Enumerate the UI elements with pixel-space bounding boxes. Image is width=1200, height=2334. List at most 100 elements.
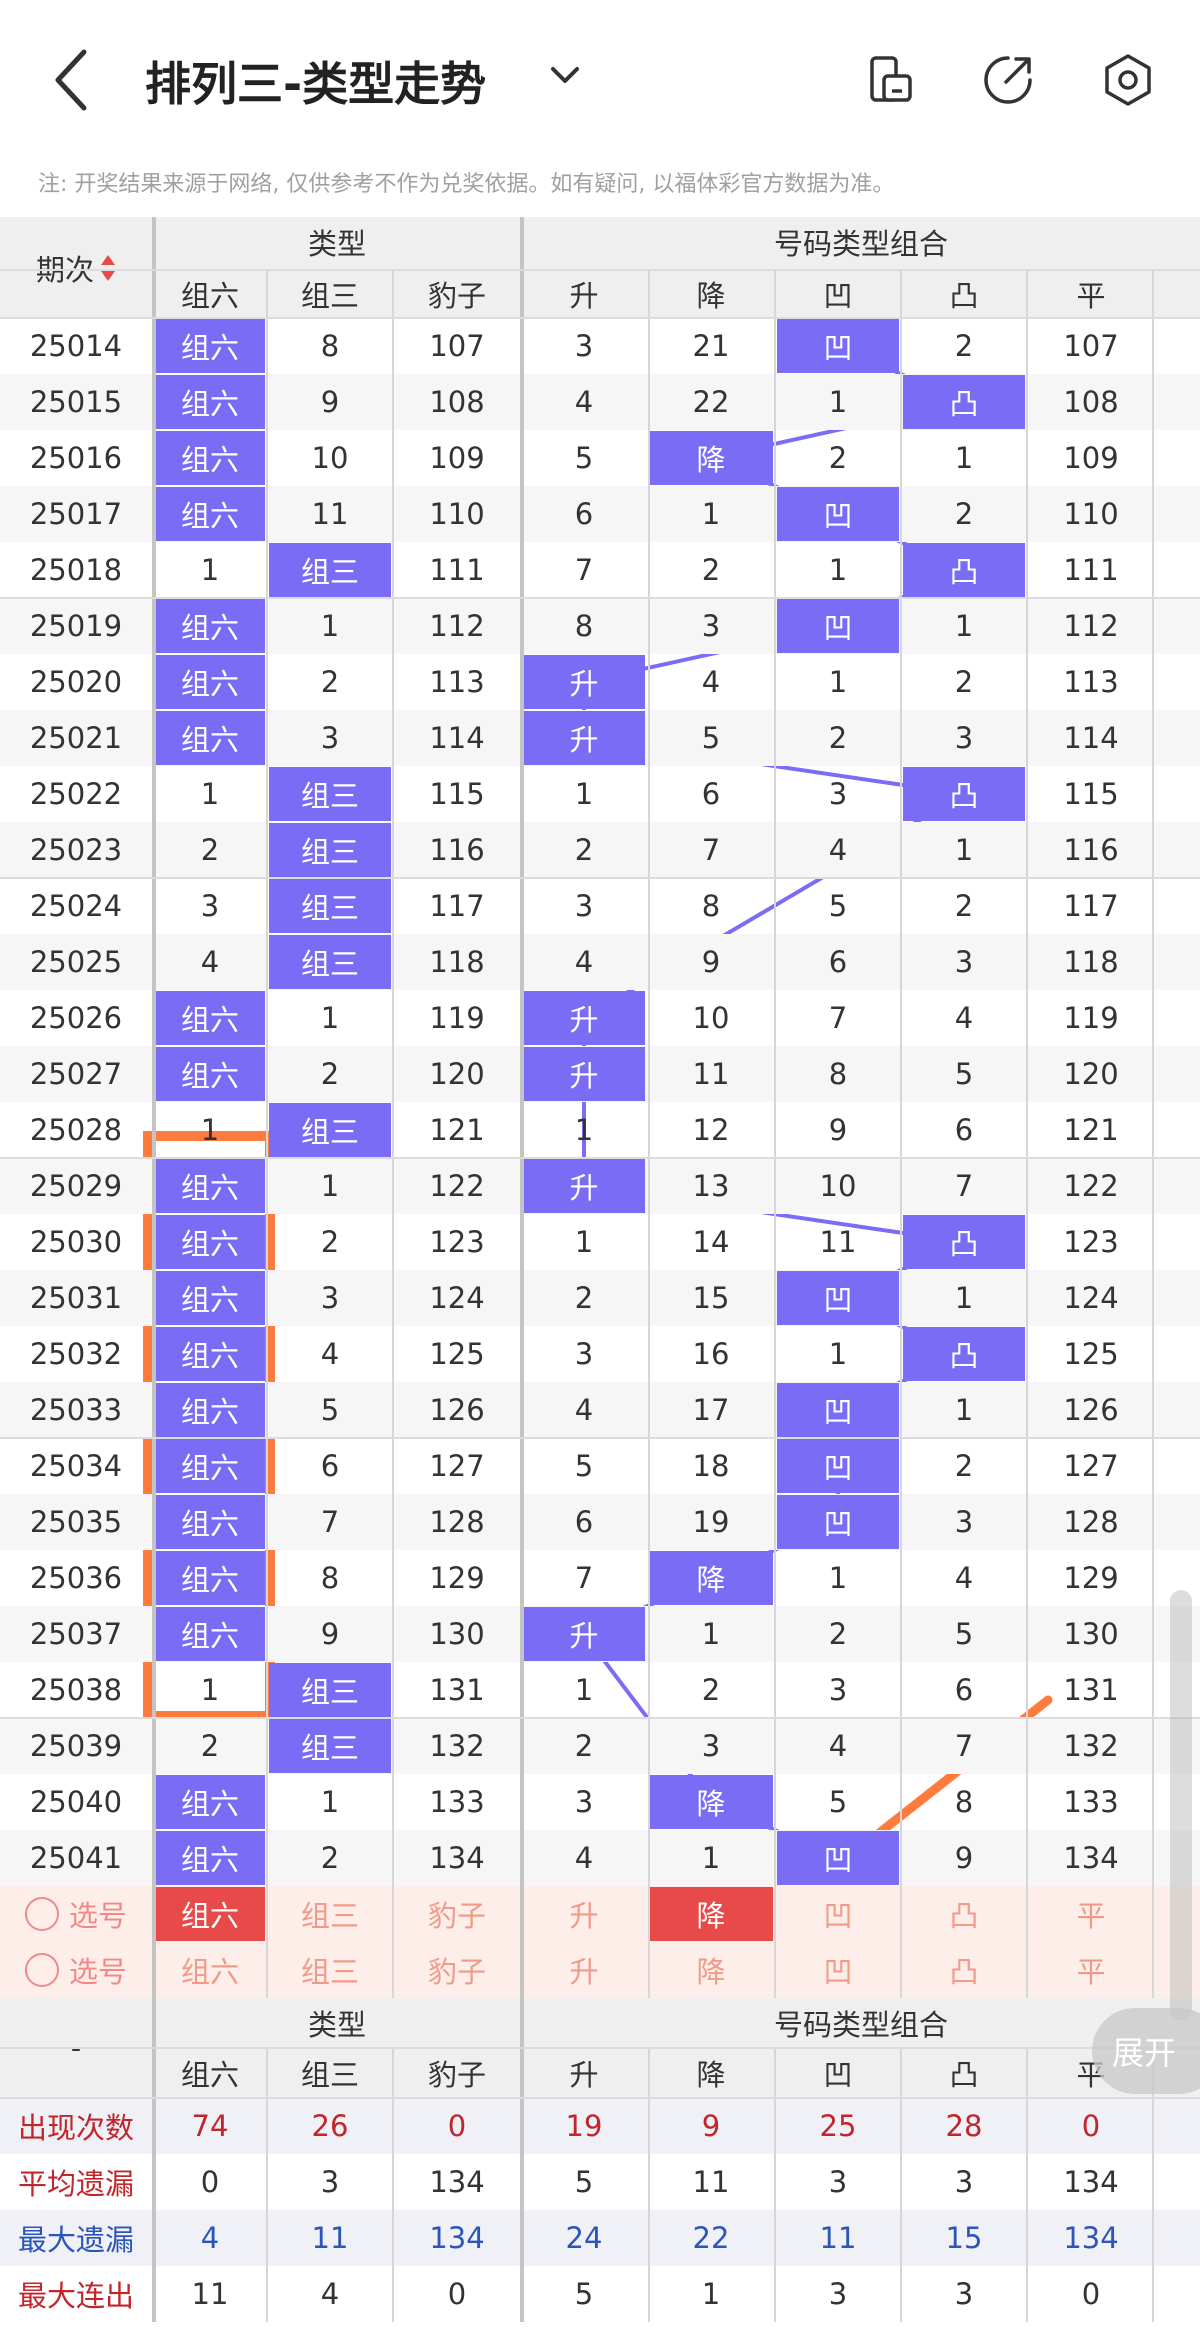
stats-value: 26	[311, 2109, 349, 2143]
select-option[interactable]: 组六	[155, 1943, 265, 1997]
data-cell: 2	[574, 1281, 594, 1315]
stats-value: 5	[574, 2165, 594, 2199]
data-cell: 107	[1063, 329, 1119, 363]
share-icon[interactable]	[978, 50, 1038, 110]
data-cell: 1	[320, 1785, 340, 1819]
data-cell: 8	[320, 329, 340, 363]
stats-value: 19	[565, 2109, 603, 2143]
data-cell: 4	[574, 385, 594, 419]
data-cell: 组六	[155, 655, 265, 709]
select-option[interactable]: 凸	[903, 1943, 1025, 1997]
select-option[interactable]: 升	[523, 1943, 645, 1997]
data-cell: 7	[320, 1505, 340, 1539]
page: 排列三-类型走势 注: 开奖结果来源于网络, 仅供参考不作为兑奖依据。如有疑问,…	[0, 0, 1200, 2334]
data-cell: 10	[692, 1001, 730, 1035]
data-cell: 1	[200, 1673, 220, 1707]
data-cell: 133	[1063, 1785, 1119, 1819]
period-cell: 25026	[29, 1001, 123, 1035]
period-cell: 25041	[29, 1841, 123, 1875]
data-cell: 2	[954, 497, 974, 531]
select-option[interactable]: 平	[1029, 1943, 1153, 1997]
data-cell: 4	[954, 1001, 974, 1035]
select-row-label[interactable]: 选号	[0, 1942, 152, 1998]
data-cell: 组三	[269, 1719, 391, 1773]
data-cell: 1	[828, 553, 848, 587]
select-option[interactable]: 豹子	[395, 1887, 519, 1941]
data-cell: 4	[828, 833, 848, 867]
data-cell: 1	[701, 1617, 721, 1651]
vertical-scrollbar[interactable]	[1170, 1590, 1192, 2020]
data-cell: 1	[200, 777, 220, 811]
select-option[interactable]: 升	[523, 1887, 645, 1941]
data-cell: 120	[1063, 1057, 1119, 1091]
sort-icon[interactable]	[100, 253, 116, 283]
data-cell: 2	[701, 553, 721, 587]
expand-button[interactable]: 展开	[1092, 2008, 1200, 2094]
select-option[interactable]: 降	[649, 1887, 773, 1941]
data-cell: 凹	[777, 1439, 899, 1493]
data-cell: 4	[954, 1561, 974, 1595]
stats-group-header-type: 类型	[307, 2008, 366, 2042]
data-cell: 3	[320, 721, 340, 755]
data-cell: 1	[574, 1673, 594, 1707]
data-cell: 6	[574, 1505, 594, 1539]
period-cell: 25040	[29, 1785, 123, 1819]
data-cell: 121	[429, 1113, 485, 1147]
data-cell: 127	[429, 1449, 485, 1483]
data-cell: 2	[320, 1057, 340, 1091]
period-cell: 25032	[29, 1337, 123, 1371]
grid-line	[0, 597, 1200, 599]
settings-gear-icon[interactable]	[1098, 50, 1158, 110]
data-cell: 2	[701, 1673, 721, 1707]
select-option[interactable]: 组三	[269, 1943, 391, 1997]
data-cell: 3	[200, 889, 220, 923]
back-arrow-icon[interactable]	[40, 40, 110, 120]
select-option[interactable]: 凸	[903, 1887, 1025, 1941]
data-cell: 11	[819, 1225, 857, 1259]
period-cell: 25027	[29, 1057, 123, 1091]
data-cell: 4	[574, 1841, 594, 1875]
select-option[interactable]: 凹	[777, 1943, 899, 1997]
select-option[interactable]: 平	[1029, 1887, 1153, 1941]
select-option[interactable]: 组三	[269, 1887, 391, 1941]
column-header-6: 凸	[949, 279, 979, 313]
data-cell: 3	[954, 721, 974, 755]
data-cell: 2	[954, 329, 974, 363]
grid-line	[392, 2048, 394, 2322]
data-cell: 1	[320, 609, 340, 643]
data-cell: 6	[320, 1449, 340, 1483]
data-cell: 4	[574, 1393, 594, 1427]
select-option[interactable]: 豹子	[395, 1943, 519, 1997]
data-cell: 组三	[269, 767, 391, 821]
stats-value: 24	[565, 2221, 603, 2255]
period-cell: 25019	[29, 609, 123, 643]
data-cell: 升	[523, 991, 645, 1045]
data-cell: 5	[701, 721, 721, 755]
data-cell: 凹	[777, 1495, 899, 1549]
data-cell: 14	[692, 1225, 730, 1259]
select-row-label[interactable]: 选号	[0, 1886, 152, 1942]
data-cell: 3	[701, 609, 721, 643]
data-cell: 3	[954, 1505, 974, 1539]
period-cell: 25031	[29, 1281, 123, 1315]
period-header[interactable]: 期次	[0, 217, 152, 318]
stats-row-label: 最大连出	[17, 2279, 134, 2313]
select-option[interactable]: 组六	[155, 1887, 265, 1941]
data-cell: 126	[1063, 1393, 1119, 1427]
select-circle-icon[interactable]	[24, 1897, 59, 1931]
data-cell: 凹	[777, 1831, 899, 1885]
select-option[interactable]: 凹	[777, 1887, 899, 1941]
select-option[interactable]: 降	[649, 1943, 773, 1997]
select-circle-icon[interactable]	[24, 1953, 59, 1987]
grid-line	[1152, 270, 1154, 1998]
chevron-down-icon[interactable]	[545, 55, 585, 95]
page-title[interactable]: 排列三-类型走势	[145, 48, 486, 114]
data-cell: 1	[574, 1225, 594, 1259]
data-cell: 16	[692, 1337, 730, 1371]
period-cell: 25025	[29, 945, 123, 979]
data-cell: 11	[692, 1057, 730, 1091]
data-cell: 1	[954, 1281, 974, 1315]
column-header-1: 组三	[300, 279, 359, 313]
column-header-3: 升	[569, 279, 599, 313]
document-icon[interactable]	[862, 50, 922, 110]
